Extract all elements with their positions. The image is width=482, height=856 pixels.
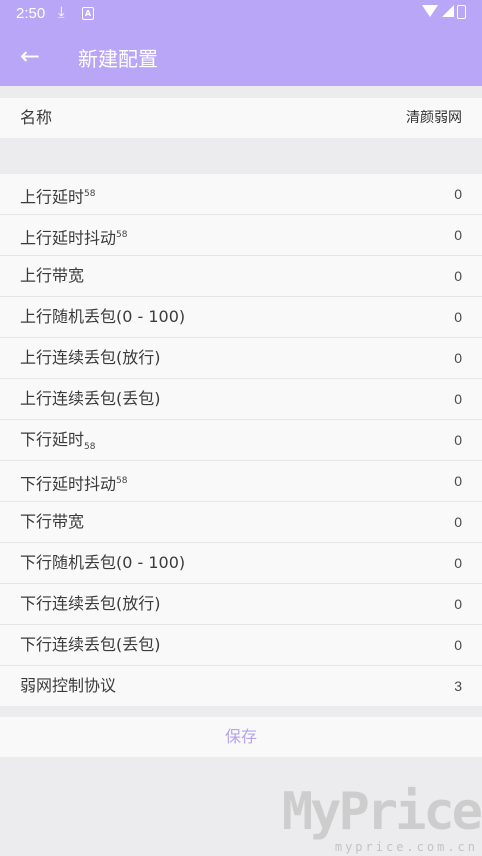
list-item-label-text: 上行随机丢包(0 - 100) xyxy=(20,307,186,326)
name-row[interactable]: 名称 清颜弱网 xyxy=(0,98,482,138)
list-item-label-text: 上行延时抖动 xyxy=(20,228,117,248)
list-item-value[interactable]: 0 xyxy=(454,338,462,378)
status-time: 2:50 xyxy=(16,5,46,22)
name-label: 名称 xyxy=(20,108,53,127)
list-item-value[interactable]: 0 xyxy=(454,256,462,296)
list-item-label-text: 弱网控制协议 xyxy=(20,676,117,695)
list-item[interactable]: 下行连续丢包(放行) 0 xyxy=(0,584,482,625)
list-item[interactable]: 上行随机丢包(0 - 100) 0 xyxy=(0,297,482,338)
status-bar: 2:50 ⤓ A xyxy=(0,0,482,28)
cellular-signal-icon xyxy=(442,5,454,17)
list-item[interactable]: 上行连续丢包(丢包) 0 xyxy=(0,379,482,420)
list-item[interactable]: 下行延时抖动58 0 xyxy=(0,461,482,502)
list-item-value[interactable]: 0 xyxy=(454,625,462,665)
list-item-value[interactable]: 0 xyxy=(454,584,462,624)
list-item-label: 上行连续丢包(丢包) xyxy=(20,379,161,419)
list-item-label: 下行随机丢包(0 - 100) xyxy=(20,543,185,583)
list-item[interactable]: 下行连续丢包(丢包) 0 xyxy=(0,625,482,666)
list-item-label: 上行随机丢包(0 - 100) xyxy=(20,297,185,337)
list-item-value[interactable]: 3 xyxy=(454,666,462,706)
list-item-label-text: 下行带宽 xyxy=(20,512,85,531)
list-item-label: 下行连续丢包(放行) xyxy=(20,584,161,624)
download-icon: ⤓ xyxy=(58,3,65,21)
list-item-value[interactable]: 0 xyxy=(454,461,462,501)
list-item[interactable]: 上行延时抖动58 0 xyxy=(0,215,482,256)
list-item-subscript: 58 xyxy=(84,442,96,453)
list-item-superscript: 58 xyxy=(116,476,128,486)
list-item-label: 弱网控制协议 xyxy=(20,666,116,706)
app-bar: 2:50 ⤓ A ← 新建配置 xyxy=(0,0,482,86)
list-item-label-text: 下行连续丢包(放行) xyxy=(20,594,161,613)
list-item-label: 下行连续丢包(丢包) xyxy=(20,625,161,665)
list-item-label: 上行延时抖动58 xyxy=(20,215,127,255)
list-item-value[interactable]: 0 xyxy=(454,543,462,583)
list-item[interactable]: 下行带宽 0 xyxy=(0,502,482,543)
list-item-label: 上行带宽 xyxy=(20,256,84,296)
status-a-badge: A xyxy=(82,7,94,20)
list-item-value[interactable]: 0 xyxy=(454,174,462,214)
watermark-main: MyPrice xyxy=(281,782,482,842)
list-item-label-text: 下行延时 xyxy=(20,430,85,449)
list-item-label-text: 下行连续丢包(丢包) xyxy=(20,635,161,654)
list-item[interactable]: 下行延时58 0 xyxy=(0,420,482,461)
list-item[interactable]: 上行连续丢包(放行) 0 xyxy=(0,338,482,379)
battery-icon xyxy=(457,5,466,19)
list-item-label-text: 上行连续丢包(丢包) xyxy=(20,389,161,408)
list-item-label-text: 上行延时 xyxy=(20,187,85,207)
list-item-label: 下行延时抖动58 xyxy=(20,461,127,501)
save-button[interactable]: 保存 xyxy=(0,717,482,757)
list-item-label-text: 上行连续丢包(放行) xyxy=(20,348,161,367)
list-item-label-text: 上行带宽 xyxy=(20,266,85,285)
list-item-label: 上行连续丢包(放行) xyxy=(20,338,161,378)
back-button[interactable]: ← xyxy=(14,40,46,72)
settings-list: 上行延时58 0 上行延时抖动58 0 上行带宽 0 上行随机丢包(0 - 100) 0 上行连… xyxy=(0,174,482,706)
list-item-label: 上行延时58 xyxy=(20,174,95,214)
list-item-value[interactable]: 0 xyxy=(454,297,462,337)
list-item-label: 下行延时58 xyxy=(20,420,95,460)
page-title: 新建配置 xyxy=(78,47,158,71)
list-item[interactable]: 弱网控制协议 3 xyxy=(0,666,482,706)
list-item[interactable]: 上行延时58 0 xyxy=(0,174,482,215)
list-item-superscript: 58 xyxy=(84,189,96,199)
list-item[interactable]: 下行随机丢包(0 - 100) 0 xyxy=(0,543,482,584)
watermark: MyPrice myprice.com.cn xyxy=(282,782,482,856)
list-item-label-text: 下行随机丢包(0 - 100) xyxy=(20,553,186,572)
watermark-sub: myprice.com.cn xyxy=(334,840,478,854)
list-item[interactable]: 上行带宽 0 xyxy=(0,256,482,297)
name-value[interactable]: 清颜弱网 xyxy=(406,98,462,138)
list-item-value[interactable]: 0 xyxy=(454,502,462,542)
list-item-label-text: 下行延时抖动 xyxy=(20,474,117,494)
list-item-value[interactable]: 0 xyxy=(454,420,462,460)
list-item-value[interactable]: 0 xyxy=(454,215,462,255)
list-item-label: 下行带宽 xyxy=(20,502,84,542)
list-item-superscript: 58 xyxy=(116,230,128,240)
wifi-icon xyxy=(422,5,438,17)
list-item-value[interactable]: 0 xyxy=(454,379,462,419)
